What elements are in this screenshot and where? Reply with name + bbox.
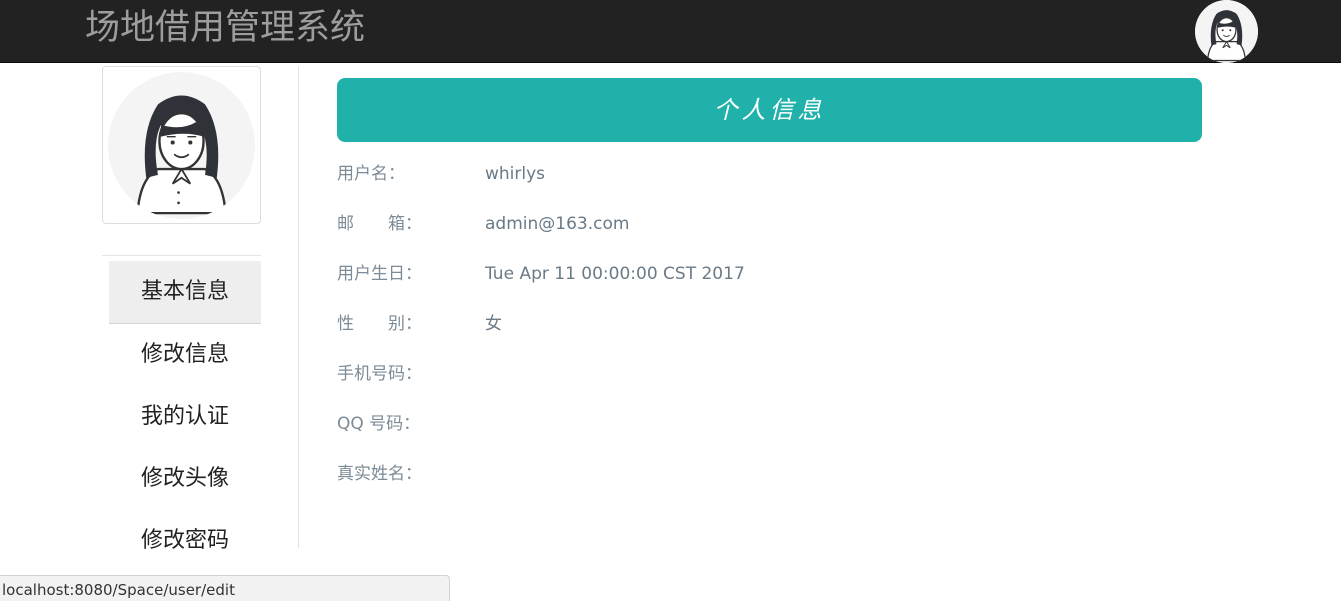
- sidebar-item-change-password[interactable]: 修改密码: [109, 510, 261, 572]
- info-row-qq: QQ 号码：: [337, 409, 1197, 439]
- browser-status-url: localhost:8080/Space/user/edit: [0, 575, 450, 601]
- info-row-birthday: 用户生日： Tue Apr 11 00:00:00 CST 2017: [337, 259, 1197, 289]
- field-value: 女: [485, 314, 502, 334]
- sidebar-vertical-divider: [298, 66, 299, 548]
- field-label: 用户名：: [337, 164, 405, 184]
- field-label: 用户生日：: [337, 264, 422, 284]
- panel-title: 个人信息: [337, 78, 1202, 142]
- info-row-real-name: 真实姓名：: [337, 459, 1197, 489]
- sidebar-item-edit-info[interactable]: 修改信息: [109, 324, 261, 386]
- female-avatar-icon: [108, 72, 255, 219]
- info-row-username: 用户名： whirlys: [337, 159, 1197, 189]
- sidebar-menu: 基本信息 修改信息 我的认证 修改头像 修改密码: [109, 261, 261, 572]
- field-value: admin@163.com: [485, 214, 630, 234]
- sidebar-item-basic-info[interactable]: 基本信息: [109, 261, 261, 324]
- top-navbar: 场地借用管理系统: [0, 0, 1341, 63]
- info-row-phone: 手机号码：: [337, 359, 1197, 389]
- field-value: Tue Apr 11 00:00:00 CST 2017: [485, 264, 745, 284]
- sidebar-item-change-avatar[interactable]: 修改头像: [109, 448, 261, 510]
- female-avatar-icon: [1195, 0, 1258, 63]
- field-label: QQ 号码：: [337, 414, 421, 434]
- field-label: 真实姓名：: [337, 464, 422, 484]
- field-value: whirlys: [485, 164, 546, 184]
- app-brand-title[interactable]: 场地借用管理系统: [85, 6, 365, 50]
- user-avatar-button[interactable]: [1195, 0, 1258, 63]
- field-label: 邮 箱：: [337, 214, 422, 234]
- field-label: 手机号码：: [337, 364, 422, 384]
- info-row-email: 邮 箱： admin@163.com: [337, 209, 1197, 239]
- profile-avatar: [108, 72, 255, 219]
- info-row-gender: 性 别： 女: [337, 309, 1197, 339]
- profile-avatar-frame: [102, 66, 261, 224]
- field-label: 性 别：: [337, 314, 422, 334]
- sidebar-item-my-certification[interactable]: 我的认证: [109, 386, 261, 448]
- sidebar-divider: [102, 255, 261, 256]
